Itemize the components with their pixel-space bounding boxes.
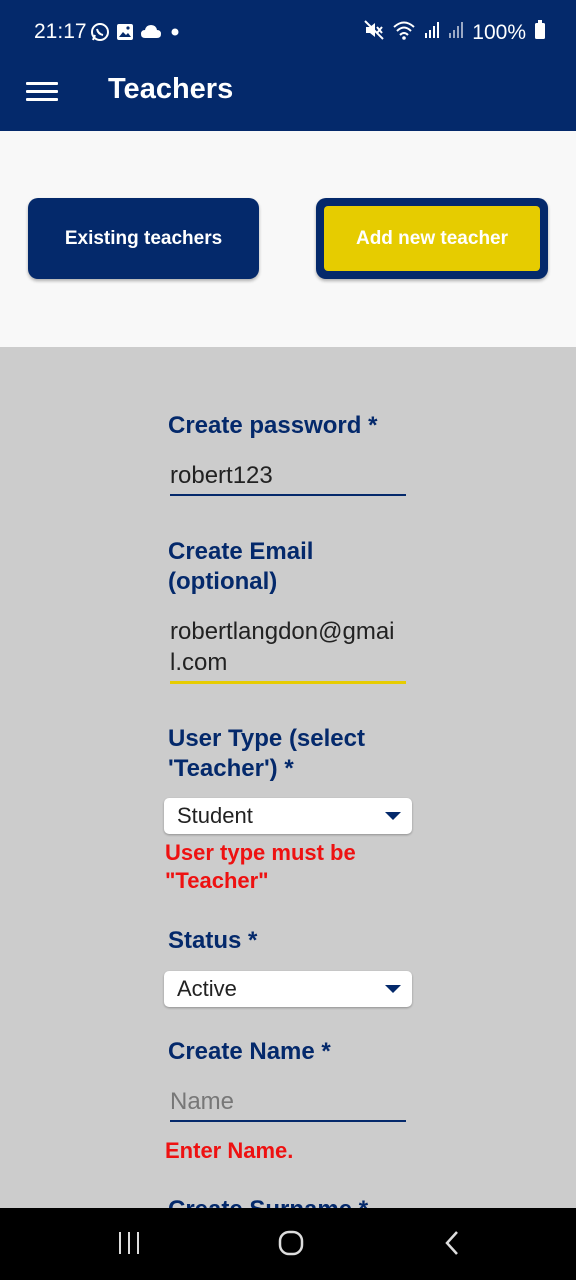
name-underline	[170, 1120, 406, 1122]
user-type-label: User Type (select 'Teacher') *	[168, 725, 365, 782]
mute-icon	[364, 20, 384, 46]
password-field[interactable]: robert123	[170, 460, 406, 491]
existing-teachers-label: Existing teachers	[64, 227, 223, 249]
status-value: Active	[177, 976, 237, 1001]
password-label: Create password *	[168, 412, 378, 439]
dot-icon	[168, 25, 182, 44]
page-title: Teachers	[108, 73, 234, 105]
signal-icon	[424, 21, 440, 45]
battery-label: 100%	[472, 21, 526, 44]
tab-panel: Existing teachers Add new teacher	[0, 131, 576, 347]
user-type-value: Student	[177, 803, 253, 828]
existing-teachers-button[interactable]: Existing teachers	[28, 198, 259, 279]
status-select[interactable]: Active	[164, 971, 412, 1007]
back-icon[interactable]	[440, 1228, 464, 1263]
email-underline	[170, 681, 406, 684]
user-type-error: User type must be "Teacher"	[165, 840, 356, 893]
teacher-form: Create password * robert123 Create Email…	[0, 347, 576, 1208]
email-field[interactable]: robertlangdon@gmail.com	[170, 616, 406, 678]
name-label: Create Name *	[168, 1038, 331, 1065]
name-error: Enter Name.	[165, 1138, 294, 1163]
cloud-icon	[140, 24, 162, 45]
app-bar: Teachers	[0, 64, 576, 131]
email-label: Create Email (optional)	[168, 538, 314, 595]
wifi-icon	[392, 20, 416, 46]
system-nav-bar	[0, 1208, 576, 1280]
status-bar: 21:17 100%	[0, 0, 576, 64]
password-underline	[170, 494, 406, 496]
user-type-select[interactable]: Student	[164, 798, 412, 834]
battery-icon	[534, 20, 546, 46]
signal-icon	[448, 21, 464, 45]
chevron-down-icon	[385, 812, 401, 820]
status-time: 21:17	[34, 20, 87, 43]
name-field[interactable]: Name	[170, 1086, 406, 1117]
hamburger-menu-icon[interactable]	[26, 78, 58, 106]
add-new-teacher-button[interactable]: Add new teacher	[316, 198, 548, 279]
whatsapp-icon	[90, 22, 110, 47]
status-label: Status *	[168, 927, 258, 954]
home-icon[interactable]	[276, 1228, 306, 1263]
image-icon	[116, 23, 134, 46]
chevron-down-icon	[385, 985, 401, 993]
add-new-teacher-label: Add new teacher	[355, 227, 509, 249]
surname-label: Create Surname *	[168, 1195, 418, 1208]
recent-apps-icon[interactable]	[116, 1228, 142, 1263]
add-new-teacher-inner: Add new teacher	[324, 206, 540, 271]
